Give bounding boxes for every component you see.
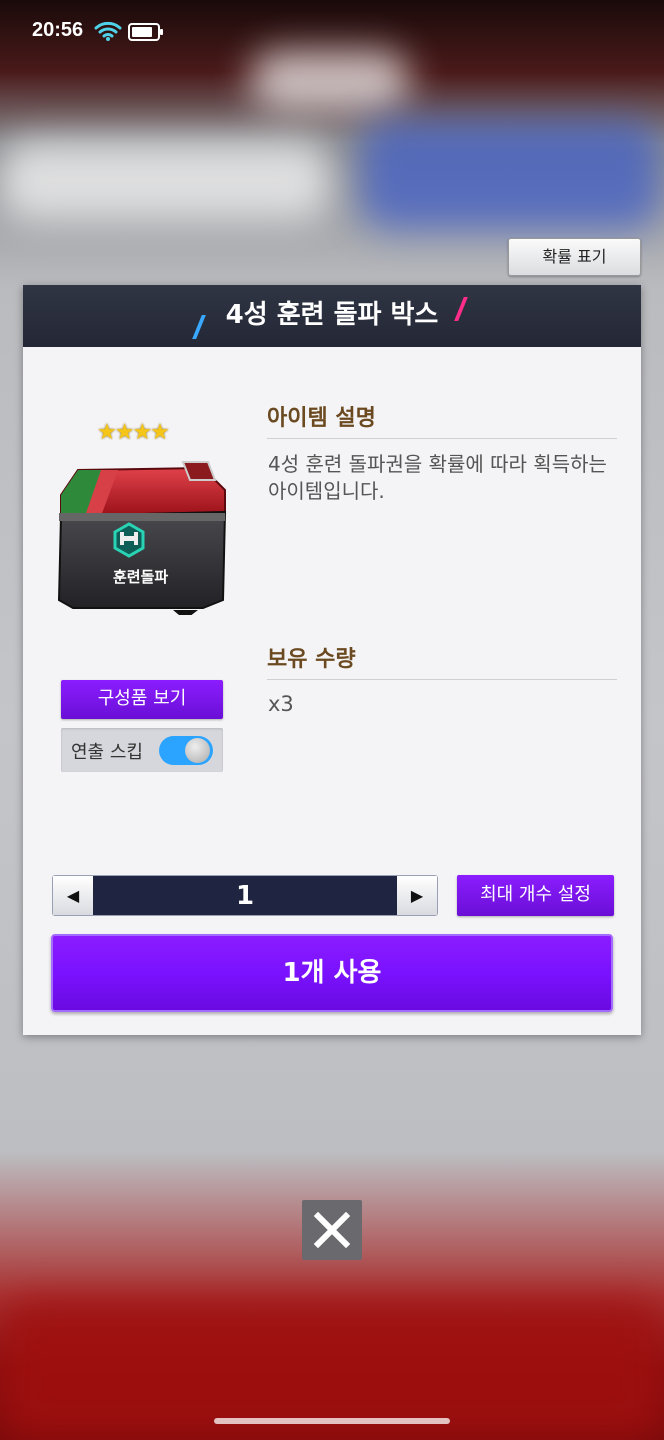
divider: [267, 679, 617, 680]
star-rating: ★★★★: [97, 420, 170, 445]
status-bar: 20:56: [0, 0, 664, 64]
close-icon: [314, 1212, 350, 1248]
skip-animation-panel: 연출 스킵: [61, 728, 223, 772]
item-dialog: 4성 훈련 돌파 박스 ★★★★ 훈련돌파 아이템 설명 4성 훈련 돌파권을 …: [23, 285, 641, 1035]
skip-animation-toggle[interactable]: [159, 736, 213, 765]
battery-icon: [128, 23, 163, 41]
svg-text:훈련돌파: 훈련돌파: [113, 568, 168, 586]
decrement-button[interactable]: ◀: [53, 876, 93, 915]
close-button[interactable]: [302, 1200, 362, 1260]
owned-quantity-title: 보유 수량: [267, 647, 356, 672]
divider: [267, 438, 617, 439]
quantity-stepper: ◀ 1 ▶: [52, 875, 438, 916]
skip-animation-label: 연출 스킵: [71, 742, 143, 763]
probability-display-button[interactable]: 확률 표기: [508, 238, 641, 276]
status-time: 20:56: [32, 19, 84, 41]
arrow-right-icon: ▶: [410, 886, 424, 905]
arrow-left-icon: ◀: [66, 886, 80, 905]
wifi-icon: [94, 21, 122, 41]
increment-button[interactable]: ▶: [397, 876, 437, 915]
treasure-chest-icon: 훈련돌파: [57, 461, 227, 615]
dialog-title: 4성 훈련 돌파 박스: [225, 300, 439, 330]
owned-quantity-value: x3: [268, 692, 294, 716]
use-item-button[interactable]: 1개 사용: [51, 934, 613, 1012]
dialog-header: 4성 훈련 돌파 박스: [23, 285, 641, 347]
background-blur: [360, 120, 660, 230]
description-text: 4성 훈련 돌파권을 확률에 따라 획득하는 아이템입니다.: [268, 452, 607, 503]
background-blur: [0, 140, 330, 220]
view-components-button[interactable]: 구성품 보기: [61, 680, 223, 719]
set-max-quantity-button[interactable]: 최대 개수 설정: [457, 875, 614, 916]
toggle-knob: [185, 738, 210, 763]
description-title: 아이템 설명: [267, 406, 376, 431]
home-indicator[interactable]: [214, 1418, 450, 1424]
quantity-value[interactable]: 1: [93, 876, 397, 915]
